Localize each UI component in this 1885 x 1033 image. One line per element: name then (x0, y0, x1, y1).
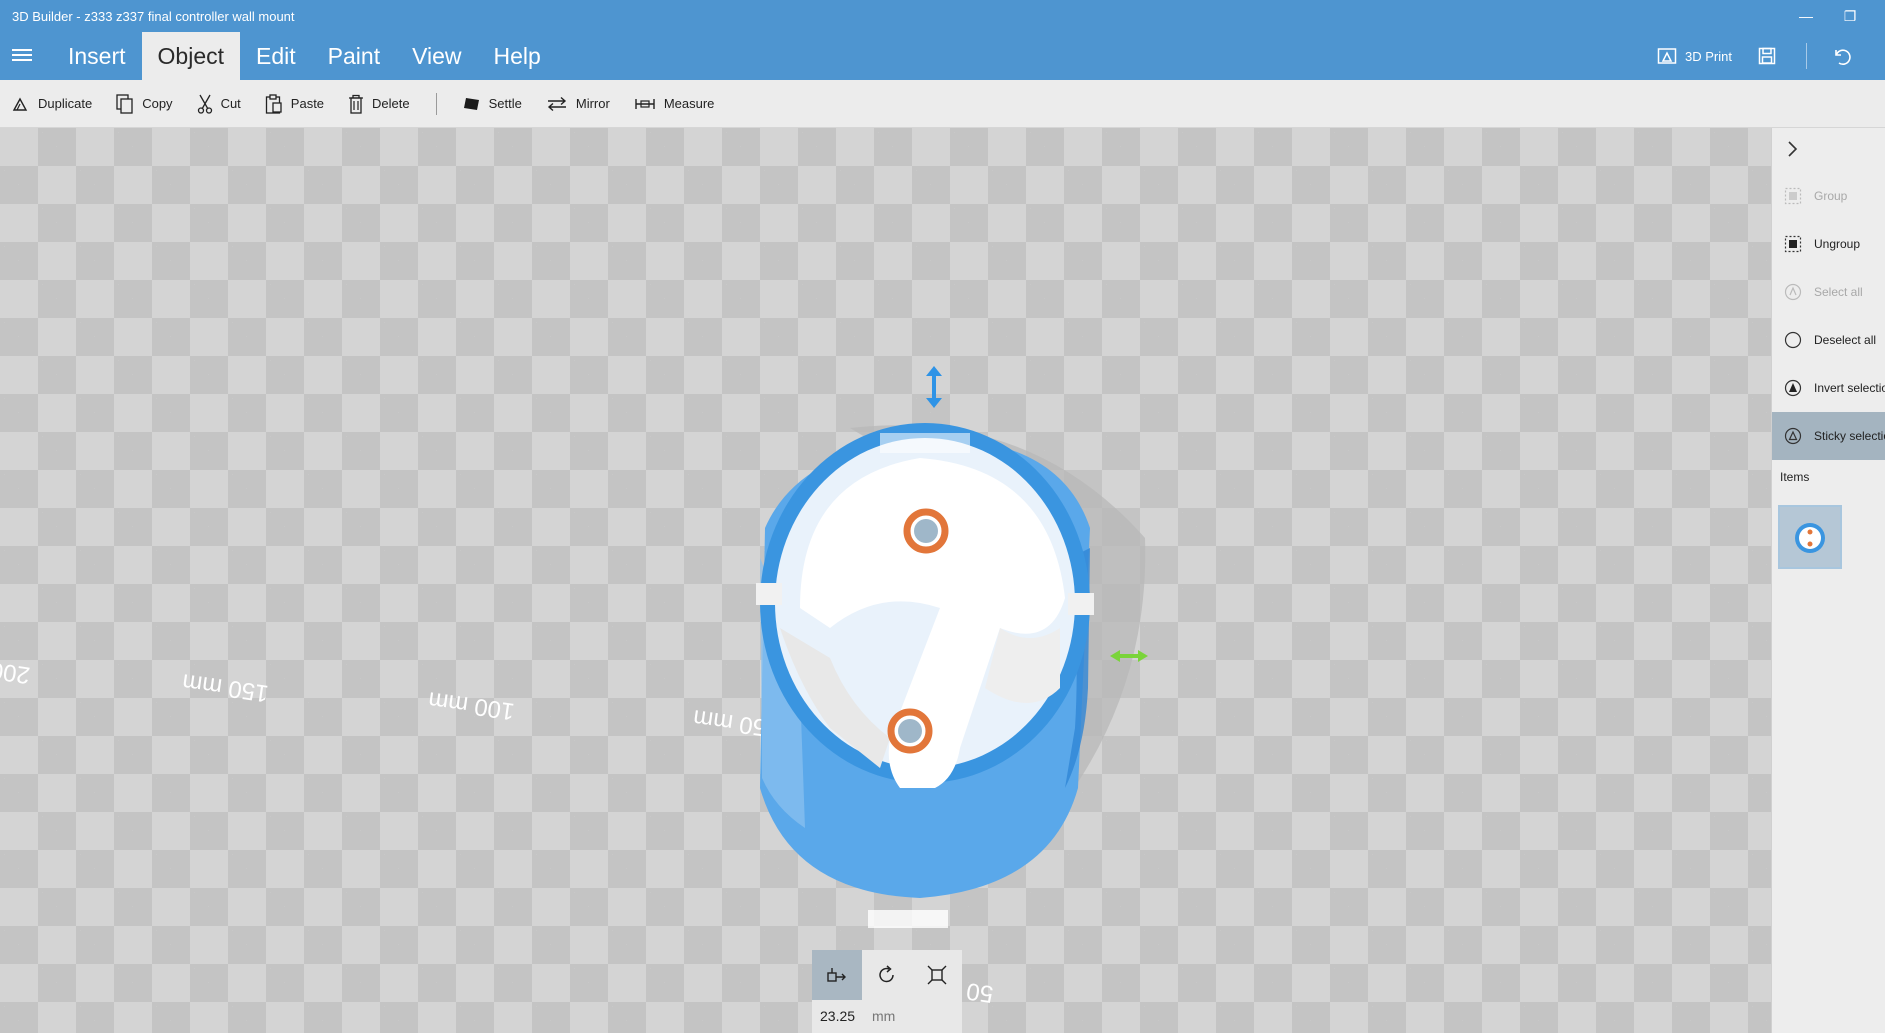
group-label: Group (1814, 189, 1848, 203)
delete-label: Delete (372, 96, 410, 111)
window-title: 3D Builder - z333 z337 final controller … (12, 9, 295, 24)
tab-insert[interactable]: Insert (52, 32, 142, 80)
copy-button[interactable]: Copy (116, 93, 173, 114)
tab-help[interactable]: Help (478, 32, 557, 80)
3d-print-icon (1657, 48, 1677, 64)
ribbon-divider (1806, 43, 1807, 69)
invert-selection-button[interactable]: Invert selection (1772, 364, 1885, 412)
mirror-button[interactable]: Mirror (546, 96, 610, 112)
chevron-right-icon (1788, 141, 1798, 157)
undo-icon (1835, 49, 1851, 66)
menu-tabs: Insert Object Edit Paint View Help (52, 32, 557, 80)
rotate-mode-button[interactable] (862, 950, 912, 1000)
model-thumbnail-icon (1795, 523, 1825, 553)
rotate-icon (879, 965, 894, 983)
tab-object[interactable]: Object (141, 32, 241, 80)
model-rim-notch-top (880, 433, 970, 453)
items-heading: Items (1780, 470, 1810, 484)
select-all-button[interactable]: Select all (1772, 268, 1885, 316)
measure-label: Measure (663, 96, 715, 111)
select-all-label: Select all (1814, 285, 1863, 299)
ungroup-label: Ungroup (1814, 237, 1861, 251)
invert-selection-label: Invert selection (1814, 381, 1885, 395)
paste-label: Paste (290, 96, 325, 111)
deselect-all-icon (1784, 331, 1802, 349)
cut-label: Cut (220, 96, 241, 111)
vertical-move-handle[interactable] (926, 366, 942, 408)
move-icon (827, 968, 846, 982)
paste-button[interactable]: Paste (265, 93, 325, 114)
mirror-label: Mirror (575, 96, 610, 111)
measure-icon (635, 98, 655, 109)
ribbon-right-tools: 3D Print (1639, 36, 1885, 76)
group-icon (1784, 187, 1802, 205)
settle-label: Settle (488, 96, 522, 111)
title-bar: 3D Builder - z333 z337 final controller … (0, 0, 1885, 80)
model-rim-notch-right (1068, 593, 1094, 615)
ungroup-icon (1784, 235, 1802, 253)
save-icon (1758, 47, 1776, 65)
model-scene (756, 366, 1148, 928)
restore-button[interactable]: ❐ (1838, 6, 1862, 26)
delete-icon (349, 94, 364, 114)
panel-collapse-button[interactable] (1784, 140, 1800, 163)
duplicate-icon (12, 97, 28, 111)
minimize-button[interactable]: — (1794, 6, 1818, 26)
hamburger-menu-icon[interactable] (12, 46, 32, 64)
transform-value[interactable]: 23.25 (820, 1008, 855, 1024)
duplicate-label: Duplicate (38, 96, 93, 111)
item-thumbnail[interactable] (1778, 505, 1842, 569)
screw-hole-top-center (914, 519, 938, 543)
object-toolbar: Duplicate Copy Cut Paste Delete Settle M… (0, 80, 1885, 128)
transform-control: 23.25 mm (812, 950, 962, 1033)
cut-icon (197, 94, 212, 114)
measure-button[interactable]: Measure (634, 96, 715, 112)
save-button[interactable] (1758, 47, 1784, 65)
3d-print-button[interactable]: 3D Print (1657, 47, 1732, 65)
screw-hole-bottom-center (898, 719, 922, 743)
ungroup-button[interactable]: Ungroup (1772, 220, 1885, 268)
move-mode-button[interactable] (812, 950, 862, 1000)
model-rim-notch-left (756, 583, 782, 605)
duplicate-button[interactable]: Duplicate (12, 96, 92, 112)
scale-mode-button[interactable] (912, 950, 962, 1000)
copy-label: Copy (142, 96, 173, 111)
sticky-selection-label: Sticky selection (1814, 429, 1885, 443)
toolbar-divider (435, 92, 437, 115)
tab-paint[interactable]: Paint (312, 32, 396, 80)
scale-icon (927, 965, 947, 985)
undo-button[interactable] (1831, 46, 1859, 66)
deselect-all-button[interactable]: Deselect all (1772, 316, 1885, 364)
settle-icon (463, 97, 479, 110)
sticky-selection-button[interactable]: Sticky selection (1772, 412, 1885, 460)
transform-unit: mm (872, 1008, 896, 1024)
group-button[interactable]: Group (1772, 172, 1885, 220)
settle-button[interactable]: Settle (463, 96, 522, 112)
3d-viewport[interactable]: 200 150 mm 100 mm 50 mm 50 m (0, 128, 1771, 1033)
copy-icon (116, 93, 133, 114)
model-rim-notch-bottom (868, 910, 948, 928)
tab-view[interactable]: View (396, 32, 477, 80)
invert-selection-icon (1784, 379, 1802, 397)
paste-icon (265, 93, 282, 114)
sticky-selection-icon (1784, 427, 1802, 445)
selection-panel: Group Ungroup Select all Deselect all In… (1771, 128, 1885, 1033)
select-all-icon (1784, 283, 1802, 301)
tab-edit[interactable]: Edit (240, 32, 312, 80)
3d-print-label: 3D Print (1685, 48, 1732, 64)
deselect-all-label: Deselect all (1814, 333, 1877, 347)
delete-button[interactable]: Delete (348, 94, 410, 114)
cut-button[interactable]: Cut (197, 94, 241, 114)
mirror-icon (547, 96, 566, 111)
